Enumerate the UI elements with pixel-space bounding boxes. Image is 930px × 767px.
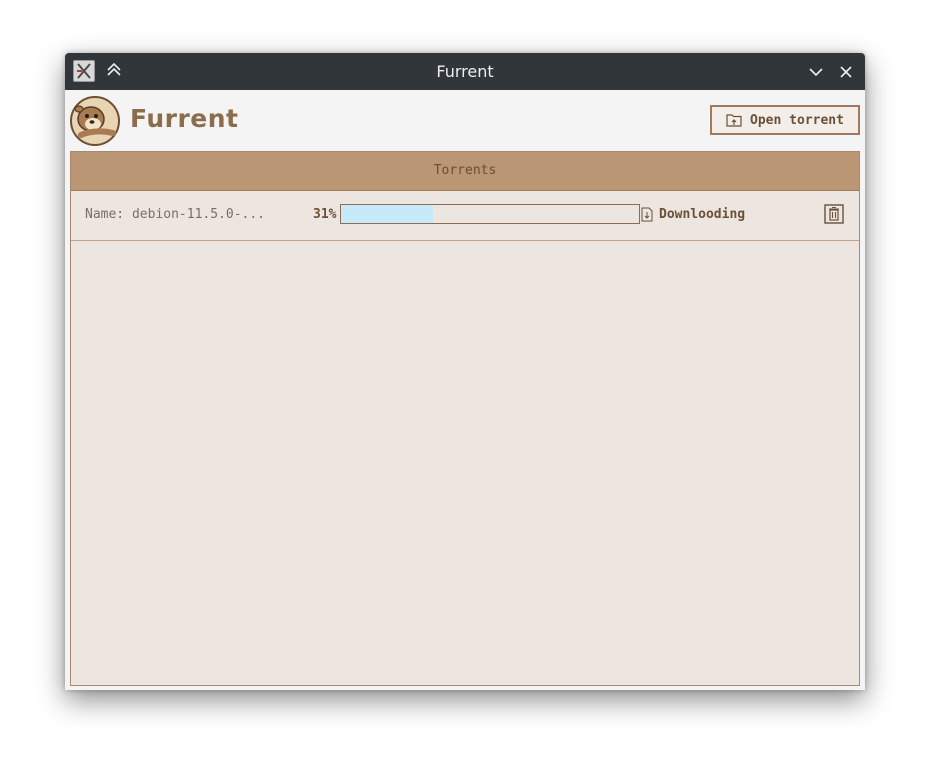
- window-title: Furrent: [436, 62, 494, 81]
- app-window: Furrent Furrent Open torrent Torrents Na…: [65, 53, 865, 690]
- folder-open-icon: [726, 114, 742, 127]
- app-header: Furrent Open torrent: [65, 90, 865, 151]
- close-icon[interactable]: [835, 61, 857, 83]
- trash-icon[interactable]: [824, 204, 844, 224]
- torrent-row[interactable]: Name: debion-11.5.0-... 31% Downlooding: [71, 191, 859, 241]
- otter-logo-icon: [69, 95, 121, 147]
- torrent-list-header: Torrents: [71, 152, 859, 191]
- app-name: Furrent: [130, 104, 239, 133]
- open-torrent-button[interactable]: Open torrent: [710, 105, 860, 135]
- open-torrent-label: Open torrent: [750, 112, 844, 128]
- title-bar[interactable]: Furrent: [65, 53, 865, 90]
- torrent-progress-fill: [341, 205, 434, 223]
- torrent-list: Torrents Name: debion-11.5.0-... 31% Dow…: [70, 151, 860, 686]
- torrent-status: Downlooding: [659, 207, 746, 222]
- download-file-icon: [641, 207, 653, 222]
- chevron-down-icon[interactable]: [805, 61, 827, 83]
- torrent-percent: 31%: [313, 207, 337, 222]
- torrent-name: Name: debion-11.5.0-...: [85, 207, 266, 222]
- torrent-progress-bar: [340, 204, 640, 224]
